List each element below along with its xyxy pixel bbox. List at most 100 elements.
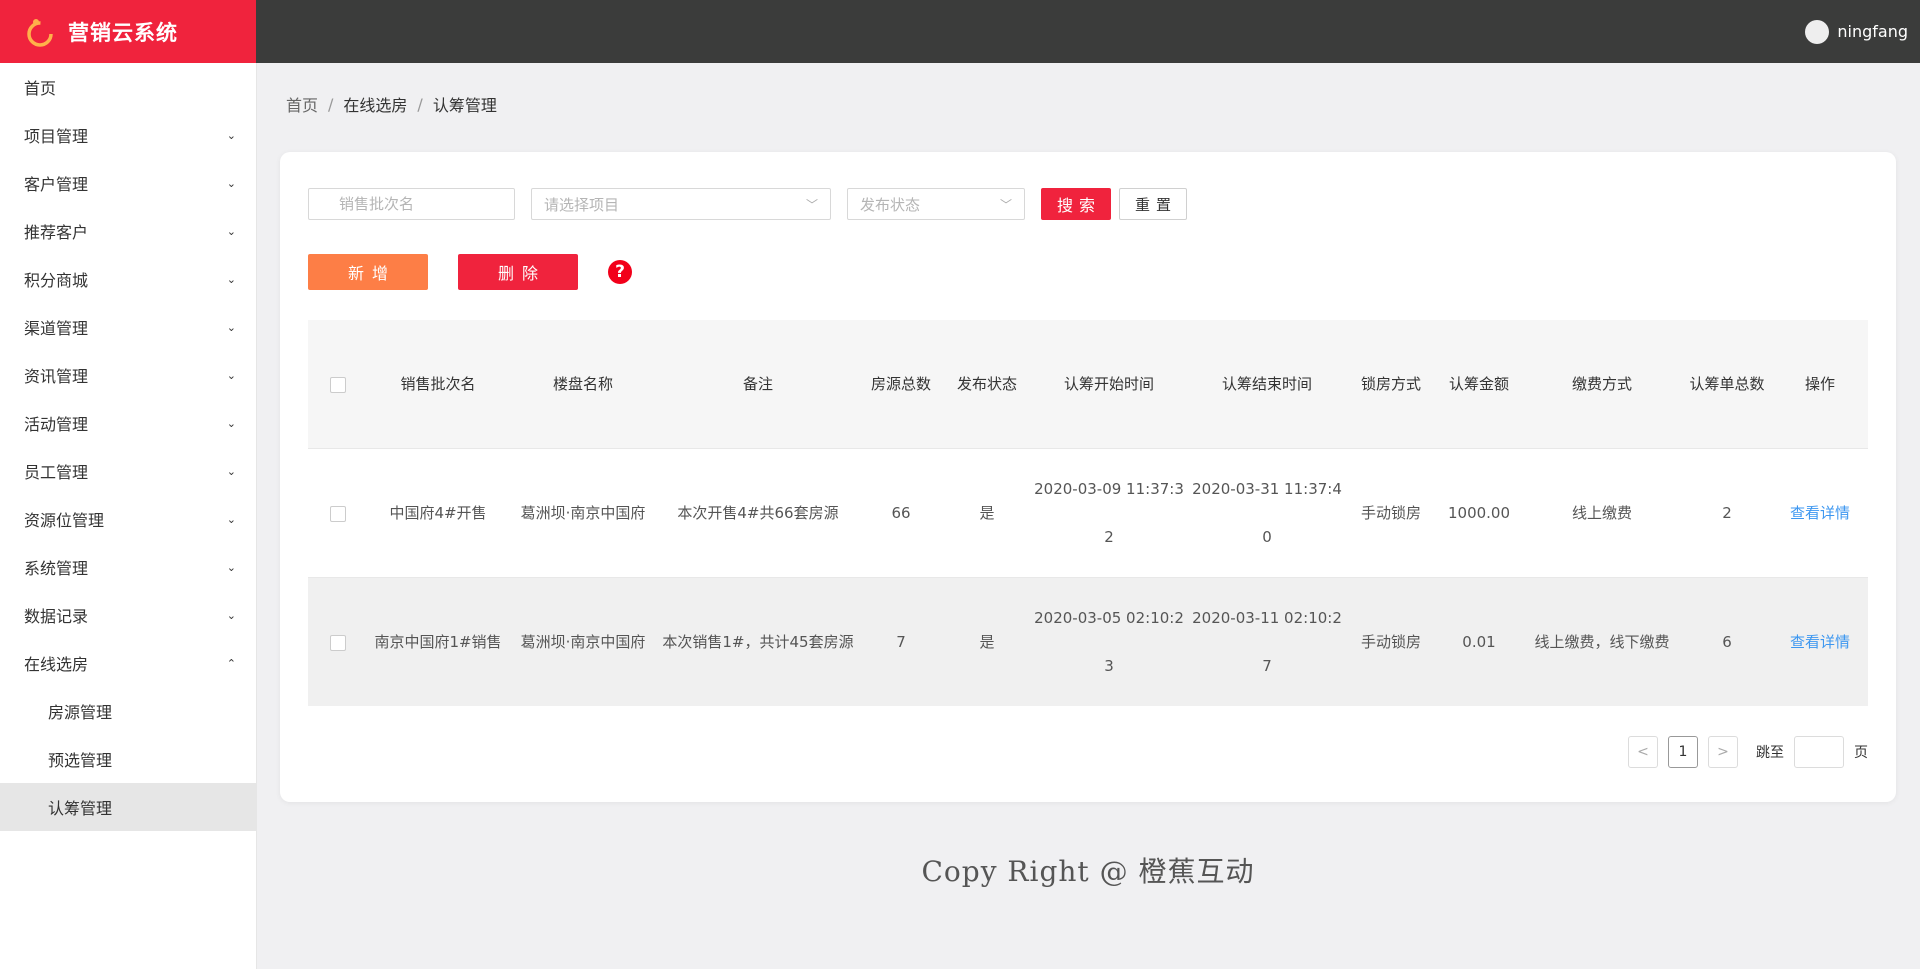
delete-button[interactable]: 删除 — [458, 254, 578, 290]
cell-order-count: 6 — [1682, 577, 1772, 706]
pagination: < 1 > 跳至 页 — [1618, 736, 1868, 768]
cell-total-houses: 66 — [858, 448, 944, 578]
view-details-link[interactable]: 查看详情 — [1772, 577, 1868, 706]
col-end-time: 认筹结束时间 — [1188, 320, 1346, 449]
sidebar-item-resource-slots[interactable]: 资源位管理 ⌄ — [0, 495, 256, 543]
col-order-count: 认筹单总数 — [1682, 320, 1772, 449]
sidebar-item-points-mall[interactable]: 积分商城 ⌄ — [0, 255, 256, 303]
col-publish-status: 发布状态 — [944, 320, 1030, 449]
cell-end-time: 2020-03-11 02:10:27 — [1188, 577, 1346, 706]
chevron-down-icon: ⌄ — [226, 320, 236, 334]
row-checkbox[interactable] — [308, 577, 368, 706]
next-page-button[interactable]: > — [1708, 736, 1738, 768]
breadcrumb-home[interactable]: 首页 — [286, 92, 318, 116]
batch-name-input[interactable] — [308, 188, 515, 220]
chevron-down-icon: ⌄ — [226, 608, 236, 622]
sidebar-item-online-selection[interactable]: 在线选房 ⌃ — [0, 639, 256, 687]
cell-payment-method: 线上缴费 — [1522, 448, 1682, 578]
sidebar: 首页 项目管理 ⌄ 客户管理 ⌄ 推荐客户 ⌄ 积分商城 ⌄ 渠道管理 ⌄ 资讯管理 ⌄ 活… — [0, 63, 257, 969]
chevron-down-icon: ⌄ — [226, 416, 236, 430]
action-bar: 新增 删除 ? — [308, 254, 632, 290]
breadcrumb-parent[interactable]: 在线选房 — [343, 92, 407, 116]
chevron-down-icon: ⌄ — [226, 512, 236, 526]
page-number[interactable]: 1 — [1668, 736, 1698, 768]
sidebar-item-news[interactable]: 资讯管理 ⌄ — [0, 351, 256, 399]
chevron-down-icon: ﹀ — [805, 197, 818, 212]
cell-batch-name: 中国府4#开售 — [368, 448, 508, 578]
jump-page-input[interactable] — [1794, 736, 1844, 768]
col-operation: 操作 — [1772, 320, 1868, 449]
col-amount: 认筹金额 — [1436, 320, 1522, 449]
chevron-up-icon: ⌃ — [226, 656, 236, 670]
cell-batch-name: 南京中国府1#销售 — [368, 577, 508, 706]
app-logo[interactable]: 营销云系统 — [0, 0, 256, 63]
cell-remark: 本次销售1#，共计45套房源 — [658, 577, 858, 706]
chevron-down-icon: ⌄ — [226, 272, 236, 286]
status-select[interactable]: 发布状态 ﹀ — [847, 188, 1025, 220]
chevron-down-icon: ⌄ — [226, 368, 236, 382]
cell-lock-mode: 手动锁房 — [1346, 448, 1436, 578]
table-row: 南京中国府1#销售 葛洲坝·南京中国府 本次销售1#，共计45套房源 7 是 2… — [308, 577, 1868, 706]
sidebar-item-system[interactable]: 系统管理 ⌄ — [0, 543, 256, 591]
col-total-houses: 房源总数 — [858, 320, 944, 449]
search-button[interactable]: 搜索 — [1041, 188, 1111, 220]
col-batch-name: 销售批次名 — [368, 320, 508, 449]
project-select[interactable]: 请选择项目 ﹀ — [531, 188, 831, 220]
sidebar-item-customers[interactable]: 客户管理 ⌄ — [0, 159, 256, 207]
col-estate-name: 楼盘名称 — [508, 320, 658, 449]
sidebar-sub-subscription[interactable]: 认筹管理 — [0, 783, 256, 831]
chevron-down-icon: ⌄ — [226, 176, 236, 190]
prev-page-button[interactable]: < — [1628, 736, 1658, 768]
main-card: 请选择项目 ﹀ 发布状态 ﹀ 搜索 重置 新增 删除 ? 销售批次名 楼盘名称 … — [280, 152, 1896, 802]
breadcrumb-current: 认筹管理 — [432, 96, 497, 115]
avatar — [1805, 19, 1830, 44]
table-header-row: 销售批次名 楼盘名称 备注 房源总数 发布状态 认筹开始时间 认筹结束时间 锁房… — [308, 320, 1868, 449]
sidebar-item-data-records[interactable]: 数据记录 ⌄ — [0, 591, 256, 639]
row-checkbox[interactable] — [308, 448, 368, 578]
cell-start-time: 2020-03-09 11:37:32 — [1030, 448, 1188, 578]
user-menu[interactable]: ningfang — [1805, 19, 1908, 44]
view-details-link[interactable]: 查看详情 — [1772, 448, 1868, 578]
add-button[interactable]: 新增 — [308, 254, 428, 290]
reset-button[interactable]: 重置 — [1119, 188, 1187, 220]
chevron-down-icon: ⌄ — [226, 128, 236, 142]
app-title: 营销云系统 — [68, 20, 178, 45]
table-row: 中国府4#开售 葛洲坝·南京中国府 本次开售4#共66套房源 66 是 2020… — [308, 448, 1868, 578]
cell-remark: 本次开售4#共66套房源 — [658, 448, 858, 578]
cell-estate-name: 葛洲坝·南京中国府 — [508, 577, 658, 706]
cell-total-houses: 7 — [858, 577, 944, 706]
col-remark: 备注 — [658, 320, 858, 449]
sidebar-item-staff[interactable]: 员工管理 ⌄ — [0, 447, 256, 495]
select-all-checkbox[interactable] — [308, 320, 368, 449]
logo-icon — [27, 18, 53, 47]
footer-copyright: Copy Right @ 橙蕉互动 — [921, 855, 1255, 888]
sidebar-sub-preselect[interactable]: 预选管理 — [0, 735, 256, 783]
sidebar-item-activities[interactable]: 活动管理 ⌄ — [0, 399, 256, 447]
cell-amount: 1000.00 — [1436, 448, 1522, 578]
cell-publish-status: 是 — [944, 448, 1030, 578]
sidebar-sub-houses[interactable]: 房源管理 — [0, 687, 256, 735]
username: ningfang — [1837, 22, 1908, 41]
chevron-down-icon: ⌄ — [226, 464, 236, 478]
cell-order-count: 2 — [1682, 448, 1772, 578]
sidebar-item-referrals[interactable]: 推荐客户 ⌄ — [0, 207, 256, 255]
sidebar-item-home[interactable]: 首页 — [0, 63, 256, 111]
top-bar: ningfang — [256, 0, 1920, 63]
cell-start-time: 2020-03-05 02:10:23 — [1030, 577, 1188, 706]
jump-label: 跳至 — [1756, 745, 1784, 761]
cell-estate-name: 葛洲坝·南京中国府 — [508, 448, 658, 578]
breadcrumb-separator: / — [417, 94, 423, 114]
chevron-down-icon: ⌄ — [226, 224, 236, 238]
cell-end-time: 2020-03-31 11:37:40 — [1188, 448, 1346, 578]
sidebar-item-channels[interactable]: 渠道管理 ⌄ — [0, 303, 256, 351]
page-unit-label: 页 — [1854, 745, 1868, 761]
cell-amount: 0.01 — [1436, 577, 1522, 706]
sidebar-item-projects[interactable]: 项目管理 ⌄ — [0, 111, 256, 159]
subscription-table: 销售批次名 楼盘名称 备注 房源总数 发布状态 认筹开始时间 认筹结束时间 锁房… — [308, 320, 1868, 706]
chevron-down-icon: ﹀ — [999, 197, 1012, 212]
help-icon[interactable]: ? — [608, 260, 632, 284]
col-payment-method: 缴费方式 — [1522, 320, 1682, 449]
breadcrumb-separator: / — [328, 94, 334, 114]
filter-bar: 请选择项目 ﹀ 发布状态 ﹀ 搜索 重置 — [308, 188, 1187, 220]
cell-payment-method: 线上缴费，线下缴费 — [1522, 577, 1682, 706]
